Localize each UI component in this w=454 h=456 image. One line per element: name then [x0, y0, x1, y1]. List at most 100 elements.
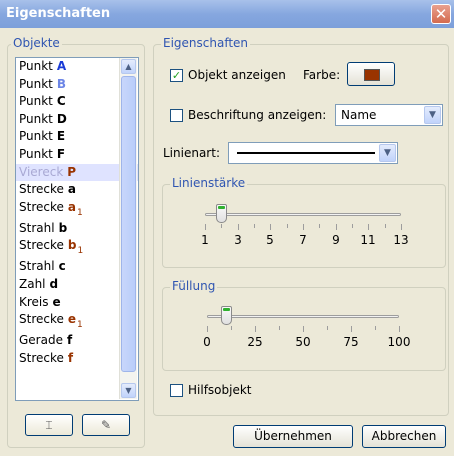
slider-tick: [205, 224, 206, 230]
object-name: a: [67, 199, 76, 214]
slider-tick-label: 100: [387, 335, 411, 349]
slider-tick: [385, 224, 386, 228]
object-type: Punkt: [19, 76, 53, 91]
aux-object-label: Hilfsobjekt: [188, 383, 252, 397]
slider-thumb[interactable]: [216, 204, 227, 223]
slider-tick: [207, 326, 208, 332]
object-name: e: [52, 294, 61, 309]
window-title: Eigenschaften: [6, 6, 111, 21]
object-name: C: [56, 94, 66, 109]
line-width-label: Linienstärke: [170, 176, 248, 190]
slider-tick: [399, 326, 400, 332]
slider-tick: [327, 326, 328, 330]
slider-tick-label: 3: [234, 233, 242, 247]
object-type: Viereck: [19, 164, 64, 179]
object-name: b: [58, 220, 68, 235]
eraser-icon: ✎: [100, 418, 112, 432]
properties-group-label: Eigenschaften: [161, 36, 251, 50]
slider-tick-label: 75: [343, 335, 359, 349]
slider-tick: [375, 326, 376, 330]
object-name: d: [49, 276, 59, 291]
object-subscript: 1: [77, 320, 83, 331]
slider-tick: [279, 326, 280, 330]
fill-track: [207, 315, 399, 318]
slider-tick: [336, 224, 337, 230]
slider-tick: [319, 224, 320, 228]
slider-tick: [238, 224, 239, 230]
slider-tick-label: 9: [332, 233, 340, 247]
object-list-scrollbar[interactable]: ▲ ▼: [119, 58, 137, 399]
color-swatch: [364, 69, 380, 81]
object-name: f: [66, 333, 73, 348]
object-name: e: [67, 312, 77, 327]
checkmark-icon: ✓: [171, 69, 182, 82]
slider-tick-label: 50: [295, 335, 311, 349]
objects-group-label: Objekte: [11, 36, 62, 50]
slider-thumb[interactable]: [221, 306, 232, 325]
line-style-label: Linienart:: [163, 146, 220, 160]
slider-tick: [287, 224, 288, 228]
object-type: Zahl: [19, 276, 46, 291]
slider-tick-label: 1: [201, 233, 209, 247]
object-type: Strahl: [19, 220, 55, 235]
slider-tick: [254, 224, 255, 228]
show-label-label: Beschriftung anzeigen:: [188, 108, 327, 122]
show-label-checkbox[interactable]: [170, 109, 183, 122]
scroll-down-button[interactable]: ▼: [121, 383, 136, 398]
slider-tick-label: 7: [299, 233, 307, 247]
object-type: Strecke: [19, 182, 64, 197]
object-type: Strecke: [19, 350, 64, 365]
label-mode-select[interactable]: Name ▼: [335, 104, 443, 126]
line-style-preview: [237, 152, 375, 154]
object-name: b: [67, 238, 77, 253]
object-type: Strecke: [19, 312, 64, 327]
color-picker-button[interactable]: [347, 62, 395, 86]
object-type: Punkt: [19, 129, 53, 144]
slider-tick-label: 25: [247, 335, 263, 349]
title-bar[interactable]: Eigenschaften ✕: [0, 0, 454, 28]
slider-tick: [231, 326, 232, 330]
aux-object-checkbox[interactable]: [170, 384, 183, 397]
close-button[interactable]: ✕: [431, 4, 451, 24]
object-name: E: [56, 129, 66, 144]
object-type: Kreis: [19, 294, 49, 309]
fill-label: Füllung: [170, 279, 218, 293]
object-type: Strecke: [19, 238, 64, 253]
slider-tick: [303, 326, 304, 332]
line-style-select[interactable]: ▼: [228, 142, 398, 164]
object-name: c: [58, 259, 66, 274]
delete-button[interactable]: ✎: [82, 414, 130, 436]
slider-tick-label: 13: [393, 233, 409, 247]
apply-button[interactable]: Übernehmen: [233, 425, 353, 448]
slider-tick-label: 0: [203, 335, 211, 349]
rename-button[interactable]: ⌶: [25, 414, 73, 436]
label-mode-value: Name: [341, 108, 377, 122]
object-name: D: [56, 111, 67, 126]
scroll-up-button[interactable]: ▲: [121, 59, 136, 74]
chevron-down-icon[interactable]: ▼: [379, 144, 396, 162]
fill-slider[interactable]: 0 25 50 75 100: [203, 306, 410, 356]
chevron-down-icon[interactable]: ▼: [424, 106, 441, 124]
object-type: Gerade: [19, 333, 63, 348]
slider-tick: [368, 224, 369, 230]
slider-tick: [303, 224, 304, 230]
slider-tick: [270, 224, 271, 230]
line-width-slider[interactable]: 1 3 5 7 9 11 13: [201, 204, 409, 254]
object-name: F: [56, 146, 66, 161]
rename-icon: ⌶: [45, 418, 53, 432]
object-subscript: 1: [77, 207, 83, 218]
properties-dialog: Eigenschaften ✕ Objekte Punkt A Punkt B Punk…: [0, 0, 454, 456]
object-type: Punkt: [19, 146, 53, 161]
show-object-label: Objekt anzeigen: [188, 68, 286, 82]
object-type: Strahl: [19, 259, 55, 274]
object-type: Punkt: [19, 59, 53, 73]
object-type: Punkt: [19, 94, 53, 109]
cancel-button[interactable]: Abbrechen: [362, 425, 446, 448]
scroll-thumb[interactable]: [121, 76, 136, 372]
slider-tick: [221, 224, 222, 228]
slider-tick: [351, 326, 352, 332]
object-type: Punkt: [19, 111, 53, 126]
slider-tick: [352, 224, 353, 228]
show-object-checkbox[interactable]: ✓: [170, 69, 183, 82]
slider-tick: [255, 326, 256, 332]
